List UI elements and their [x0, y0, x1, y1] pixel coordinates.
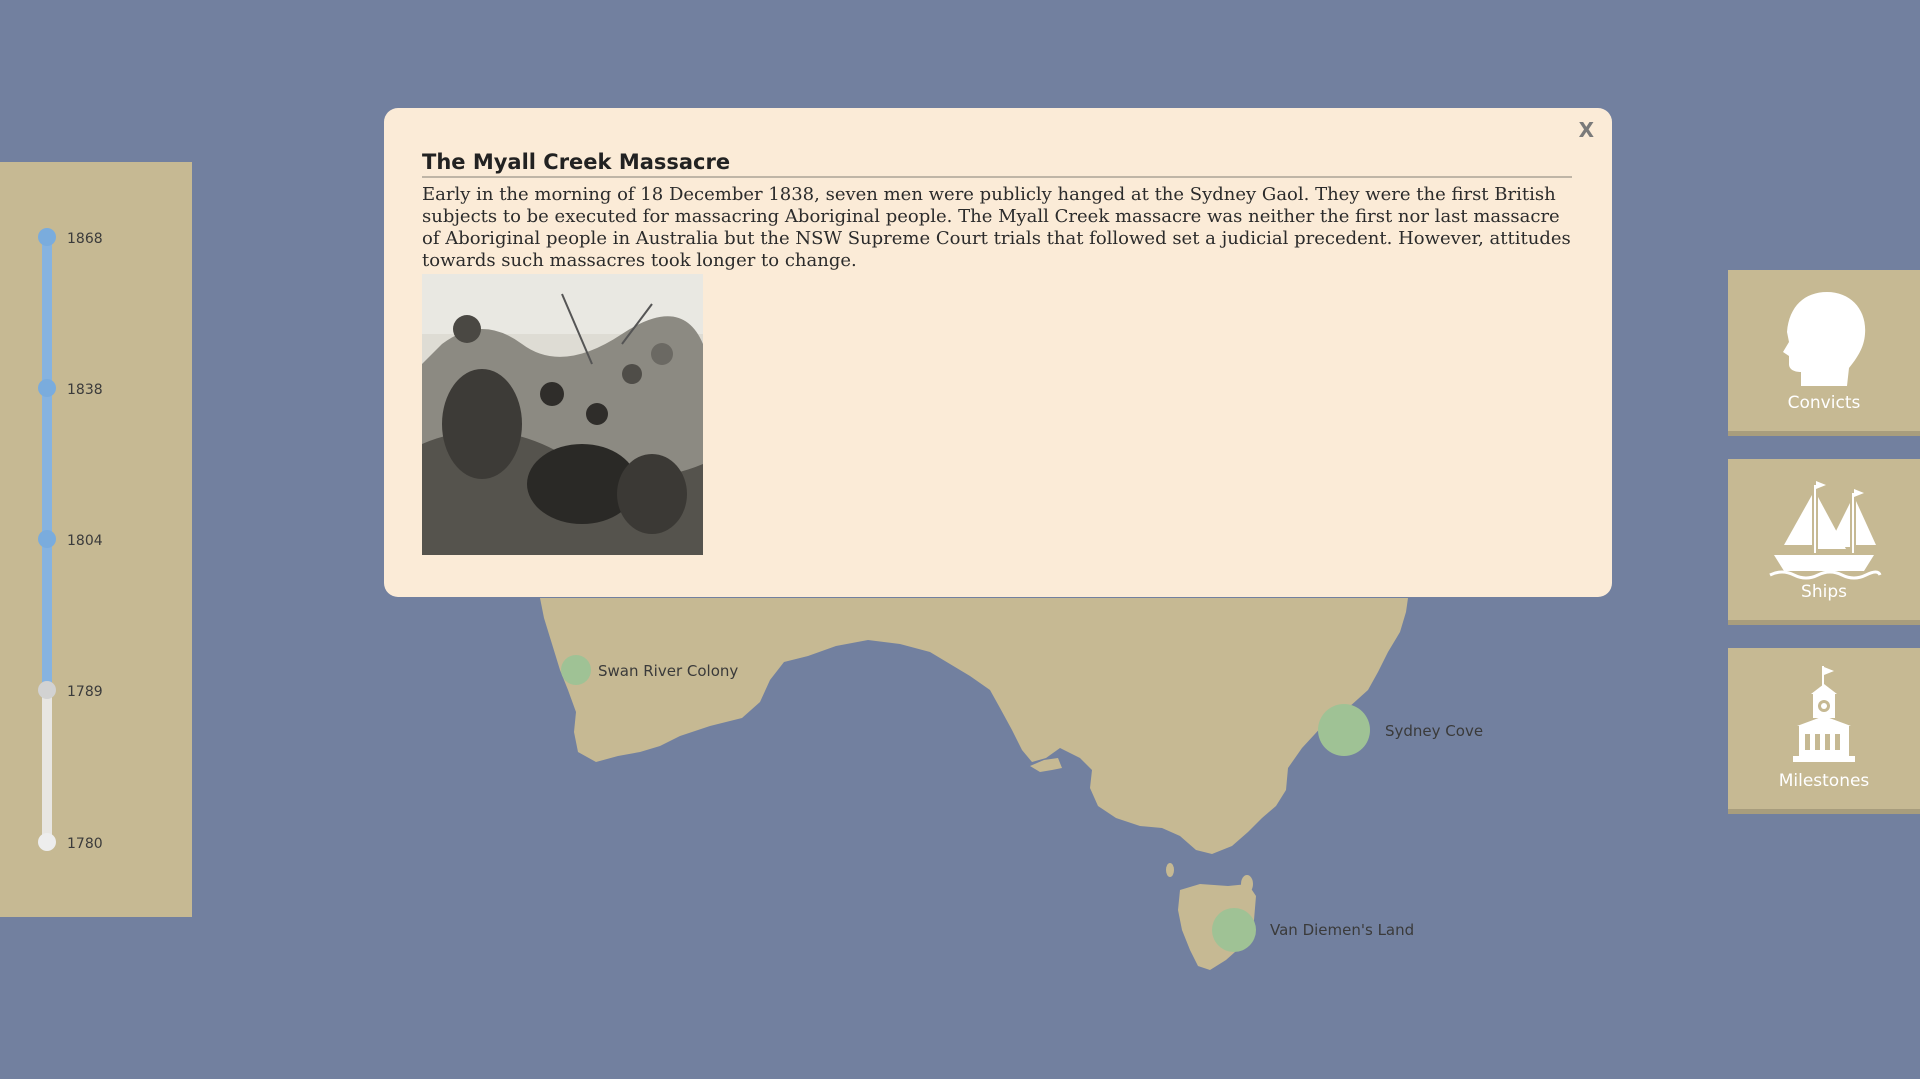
category-label: Milestones: [1778, 771, 1870, 791]
place-label: Sydney Cove: [1385, 722, 1483, 740]
timeline-tick-1868[interactable]: [38, 228, 56, 246]
timeline-label: 1789: [67, 684, 103, 700]
place-label: Swan River Colony: [598, 662, 738, 680]
timeline-tick-1804[interactable]: [38, 530, 56, 548]
engraving-image: [422, 274, 703, 555]
modal-title: The Myall Creek Massacre: [422, 150, 1572, 178]
australia-mainland: [540, 598, 1408, 854]
modal-body-text: Early in the morning of 18 December 1838…: [422, 184, 1571, 271]
category-convicts-button[interactable]: Convicts: [1728, 270, 1920, 436]
timeline-label: 1838: [67, 382, 103, 398]
head-silhouette-icon: [1779, 288, 1869, 393]
category-label: Ships: [1801, 582, 1847, 602]
timeline-label: 1780: [67, 836, 103, 852]
info-modal: X The Myall Creek Massacre Early in the …: [384, 108, 1612, 597]
timeline-track-filled[interactable]: [42, 234, 52, 690]
clock-tower-icon: [1789, 664, 1859, 774]
timeline-track-empty[interactable]: [42, 690, 52, 842]
timeline-tick-1780[interactable]: [38, 833, 56, 851]
place-van-diemens-land[interactable]: Van Diemen's Land: [1212, 908, 1414, 952]
close-button[interactable]: X: [1579, 118, 1594, 142]
timeline-panel: 1868 1838 1804 1789 1780: [0, 162, 192, 917]
category-milestones-button[interactable]: Milestones: [1728, 648, 1920, 814]
place-label: Van Diemen's Land: [1270, 921, 1414, 939]
timeline-label: 1804: [67, 533, 103, 549]
category-label: Convicts: [1787, 393, 1861, 413]
timeline-label: 1868: [67, 231, 103, 247]
timeline-tick-1789[interactable]: [38, 681, 56, 699]
category-ships-button[interactable]: Ships: [1728, 459, 1920, 625]
timeline-tick-1838[interactable]: [38, 379, 56, 397]
place-sydney-cove[interactable]: Sydney Cove: [1318, 704, 1483, 756]
sailing-ship-icon: [1764, 475, 1884, 585]
